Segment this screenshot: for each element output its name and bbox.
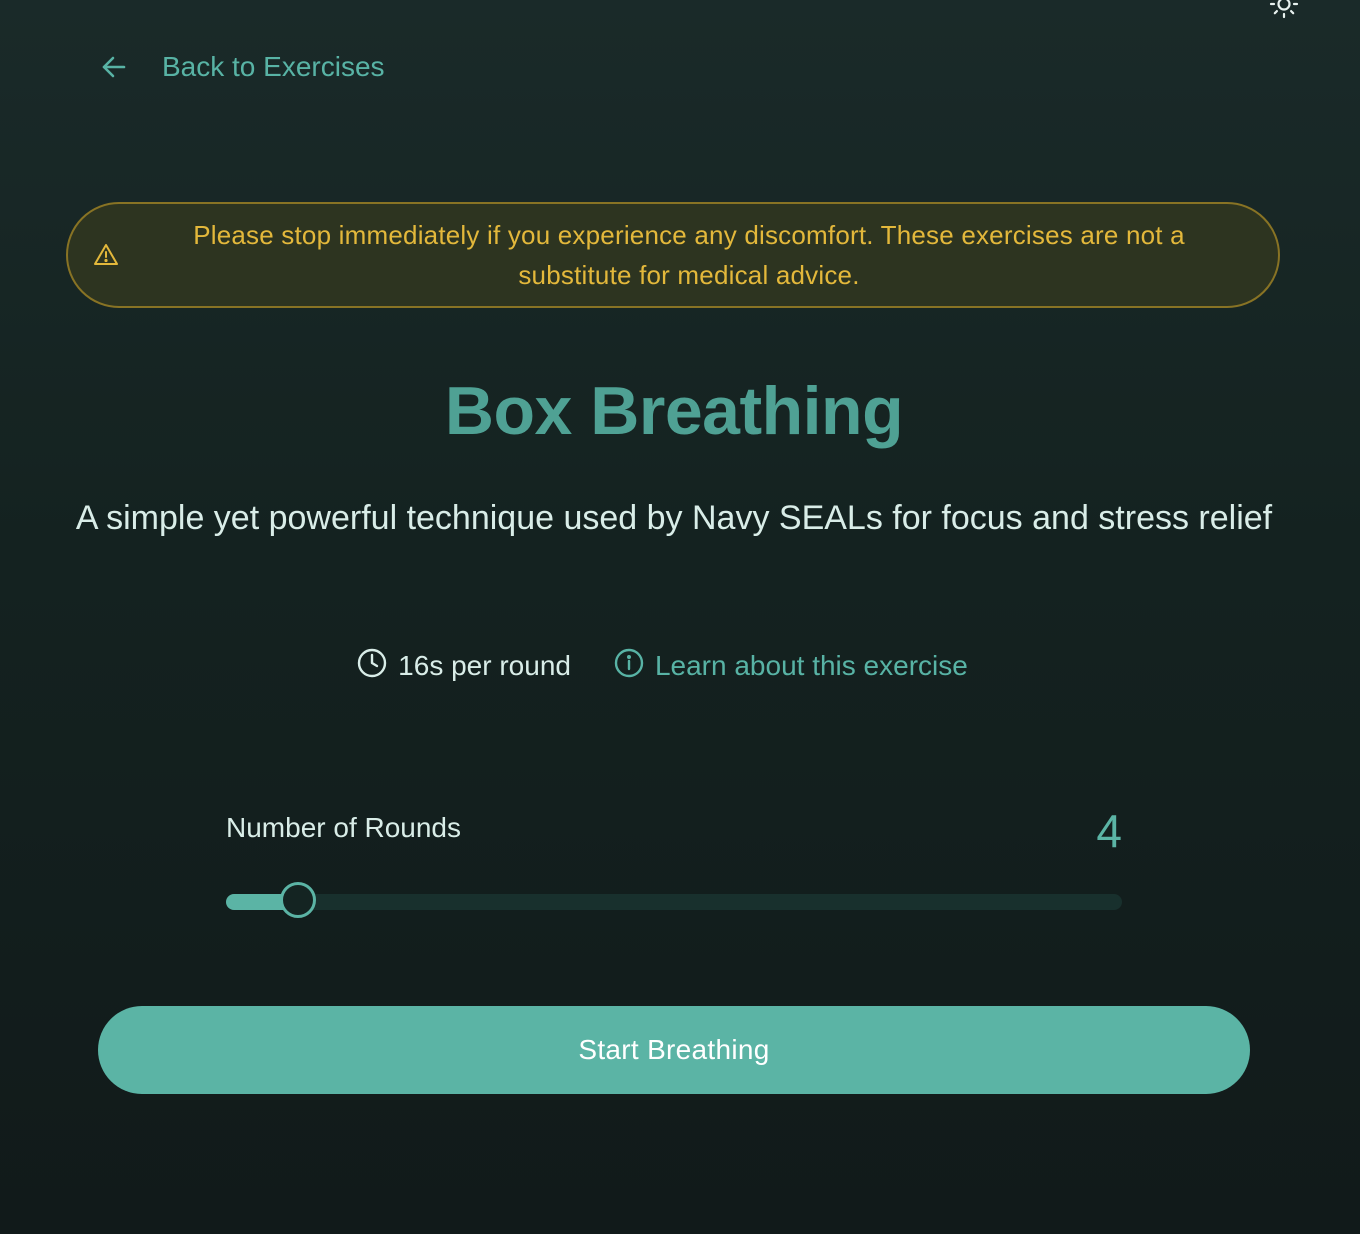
rounds-slider[interactable] [226, 880, 1122, 924]
round-duration: 16s per round [356, 647, 571, 686]
round-duration-text: 16s per round [398, 650, 571, 681]
back-to-exercises-link[interactable]: Back to Exercises [100, 46, 385, 88]
arrow-left-icon [100, 53, 128, 81]
rounds-label: Number of Rounds [226, 812, 462, 843]
sun-icon [1268, 0, 1300, 25]
safety-disclaimer-banner: Please stop immediately if you experienc… [66, 202, 1280, 308]
rounds-value: 4 [1096, 805, 1122, 857]
exercise-meta: 16s per round Learn about this exercise [0, 644, 1324, 688]
warning-triangle-icon [90, 239, 122, 271]
learn-about-exercise-link[interactable]: Learn about this exercise [613, 647, 968, 686]
learn-link-label: Learn about this exercise [654, 650, 968, 681]
info-circle-icon [613, 647, 645, 686]
clock-icon [356, 647, 388, 686]
slider-track [226, 894, 1122, 910]
start-breathing-button[interactable]: Start Breathing [98, 1006, 1250, 1094]
disclaimer-text: Please stop immediately if you experienc… [193, 220, 1185, 290]
slider-thumb[interactable] [279, 882, 316, 918]
back-link-label: Back to Exercises [162, 51, 385, 82]
exercise-description: A simple yet powerful technique used by … [75, 499, 1273, 537]
exercise-title: Box Breathing [444, 373, 904, 449]
theme-toggle-button[interactable] [1266, 0, 1302, 24]
